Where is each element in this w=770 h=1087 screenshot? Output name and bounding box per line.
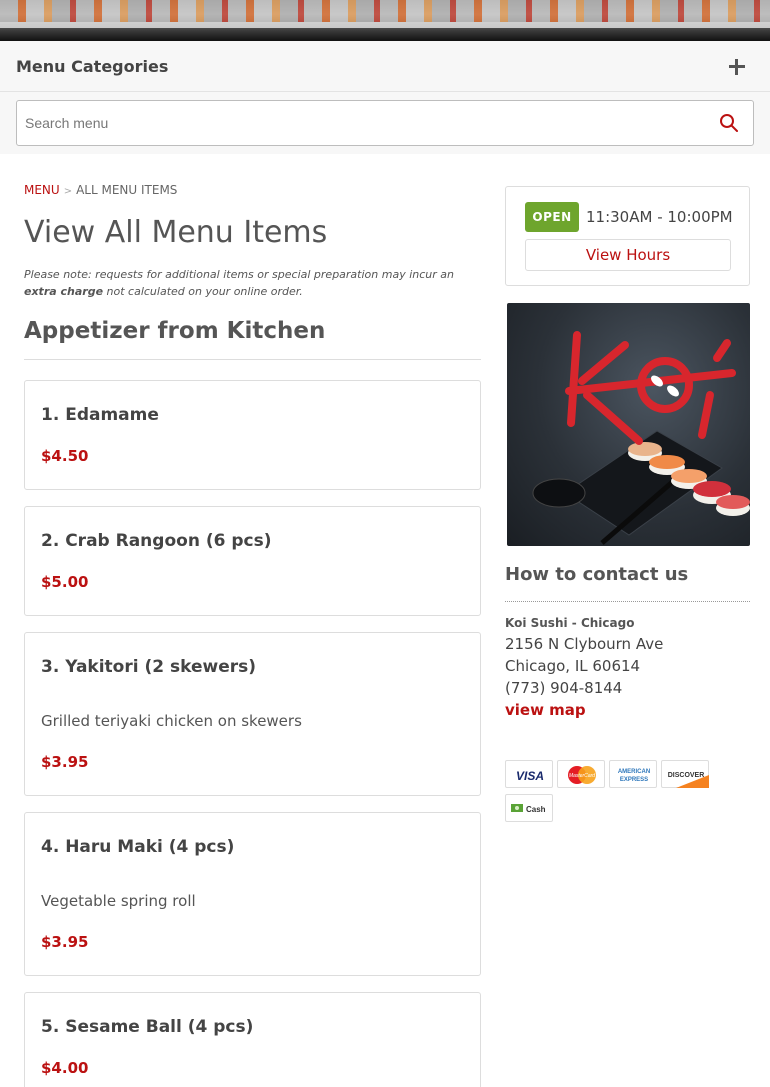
menu-item-price: $3.95 [41,753,89,771]
menu-item-name: 1. Edamame [41,405,159,425]
menu-categories-label: Menu Categories [16,57,169,76]
menu-item-description: Vegetable spring roll [41,892,196,910]
menu-item-card[interactable]: 4. Haru Maki (4 pcs) Vegetable spring ro… [24,812,481,976]
menu-item-price: $3.95 [41,933,89,951]
address-street: 2156 N Clybourn Ave [505,635,664,653]
page-title: View All Menu Items [24,215,328,250]
expand-plus-icon[interactable] [726,56,748,78]
menu-item-card[interactable]: 1. Edamame $4.50 [24,380,481,490]
search-input[interactable] [25,101,705,145]
menu-item-name: 5. Sesame Ball (4 pcs) [41,1017,254,1037]
visa-label: VISA [516,769,544,783]
business-name: Koi Sushi - Chicago [505,616,635,630]
menu-item-price: $4.50 [41,447,89,465]
menu-item-card[interactable]: 5. Sesame Ball (4 pcs) $4.00 [24,992,481,1087]
menu-item-card[interactable]: 3. Yakitori (2 skewers) Grilled teriyaki… [24,632,481,796]
amex-label-line2: EXPRESS [620,777,648,783]
address-city: Chicago, IL 60614 [505,657,641,675]
phone-number[interactable]: (773) 904-8144 [505,679,622,697]
contact-title: How to contact us [505,564,689,585]
search-box [16,100,754,146]
breadcrumb-separator-icon: > [63,186,73,197]
amex-label-line1: AMERICAN [618,769,650,775]
mastercard-icon: MasterCard [557,760,605,788]
search-area [0,92,770,154]
breadcrumb-current: ALL MENU ITEMS [76,183,178,197]
open-status-badge: OPEN [525,202,579,232]
restaurant-logo-image [507,303,750,546]
contact-divider [505,601,750,602]
section-title: Appetizer from Kitchen [24,318,326,344]
menu-item-description: Grilled teriyaki chicken on skewers [41,712,302,730]
menu-item-name: 4. Haru Maki (4 pcs) [41,837,235,857]
hours-panel: OPEN 11:30AM - 10:00PM View Hours [505,186,750,286]
visa-card-icon: VISA [505,760,553,788]
hero-plate-edge [0,22,770,28]
breadcrumb-menu-link[interactable]: MENU [24,183,60,197]
logo-artwork [532,331,750,545]
breadcrumb: MENU > ALL MENU ITEMS [24,183,177,197]
menu-item-price: $5.00 [41,573,89,591]
hero-banner-image [0,0,770,41]
pricing-note: Please note: requests for additional ite… [24,266,482,300]
pricing-note-bold: extra charge [24,285,104,298]
discover-card-icon: DISCOVER [661,760,709,788]
pricing-note-suffix: not calculated on your online order. [103,285,303,298]
search-icon[interactable] [719,113,739,133]
mastercard-label: MasterCard [569,773,595,779]
menu-categories-bar[interactable]: Menu Categories [0,41,770,92]
discover-label: DISCOVER [668,772,705,779]
section-divider [24,359,481,360]
cash-label: Cash [526,805,546,814]
amex-card-icon: AMERICAN EXPRESS [609,760,657,788]
pricing-note-prefix: Please note: requests for additional ite… [24,268,454,281]
menu-item-name: 2. Crab Rangoon (6 pcs) [41,531,272,551]
menu-item-price: $4.00 [41,1059,89,1077]
view-hours-button[interactable]: View Hours [525,239,731,271]
view-map-link[interactable]: view map [505,701,586,719]
menu-item-name: 3. Yakitori (2 skewers) [41,657,257,677]
menu-item-card[interactable]: 2. Crab Rangoon (6 pcs) $5.00 [24,506,481,616]
hours-range: 11:30AM - 10:00PM [586,208,733,226]
hero-food-strip [0,0,770,22]
cash-icon: Cash [505,794,553,822]
